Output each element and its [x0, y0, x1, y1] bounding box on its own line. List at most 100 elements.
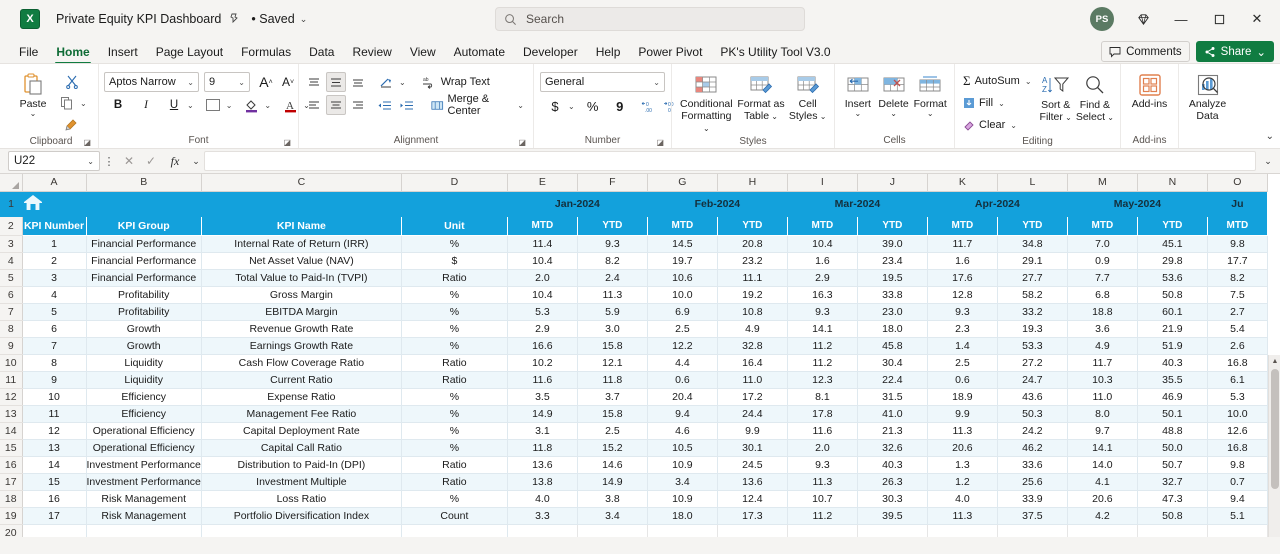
cancel-formula-icon[interactable]: ✕	[118, 154, 140, 168]
cell-value[interactable]: 50.8	[1137, 507, 1208, 525]
cell-value[interactable]: 45.8	[857, 337, 928, 355]
increase-font-size-icon[interactable]: A ˄	[256, 72, 276, 92]
cell-value[interactable]: 46.2	[997, 439, 1068, 457]
tab-help[interactable]: Help	[587, 41, 630, 63]
search-box[interactable]: Search	[495, 7, 805, 31]
cell-value[interactable]: 53.3	[997, 337, 1068, 355]
cell-value[interactable]: 46.9	[1137, 388, 1208, 406]
cell-value[interactable]: 9.3	[927, 303, 998, 321]
tab-home[interactable]: Home	[47, 41, 98, 64]
cell-value[interactable]: 30.3	[857, 490, 928, 508]
cell-value[interactable]: 3.1	[507, 422, 578, 440]
spreadsheet-grid[interactable]: A B C D E F G H I J K L M N O 1 Jan-2024…	[0, 174, 1280, 537]
cell-value[interactable]: 47.3	[1137, 490, 1208, 508]
fill-color-chevron-down-icon[interactable]: ⌄	[263, 101, 272, 110]
cell-value[interactable]: 23.4	[857, 252, 928, 270]
cell-unit[interactable]: %	[401, 422, 508, 440]
table-row[interactable]: 18 16 Risk Management Loss Ratio% 4.0 3.8 10.9…	[0, 490, 1268, 508]
table-row[interactable]: 16 14 Investment Performance Distribution t…	[0, 456, 1268, 474]
cell-value[interactable]: 18.0	[857, 320, 928, 338]
italic-button[interactable]: I	[136, 95, 156, 115]
cell-value[interactable]: 10.4	[507, 286, 578, 304]
row-header-9[interactable]: 9	[0, 337, 23, 355]
row-header-12[interactable]: 12	[0, 388, 23, 406]
increase-indent-icon[interactable]	[396, 95, 416, 115]
cell-value[interactable]: 9.3	[577, 235, 648, 253]
row-header-13[interactable]: 13	[0, 405, 23, 423]
cell-empty[interactable]	[507, 524, 578, 537]
cell-value[interactable]: 2.5	[577, 422, 648, 440]
cell-value[interactable]: 58.2	[997, 286, 1068, 304]
format-cells-button[interactable]: Format ⌄	[911, 70, 949, 118]
table-row-empty[interactable]: 20	[0, 524, 1268, 537]
cell-value[interactable]: 4.1	[1067, 473, 1138, 491]
cell-kpi-number[interactable]: 2	[22, 252, 87, 270]
cell-value[interactable]: 24.2	[997, 422, 1068, 440]
cell-kpi-name[interactable]: Expense Ratio	[201, 388, 402, 406]
cell-value[interactable]: 14.5	[647, 235, 718, 253]
cell-empty[interactable]	[717, 524, 788, 537]
cell-value[interactable]: 1.6	[927, 252, 998, 270]
cell-value[interactable]: 26.3	[857, 473, 928, 491]
cell-value[interactable]: 13.6	[717, 473, 788, 491]
cell-empty[interactable]	[1207, 524, 1268, 537]
formula-input[interactable]	[204, 151, 1256, 171]
cell-value[interactable]: 32.6	[857, 439, 928, 457]
cell-value[interactable]: 33.8	[857, 286, 928, 304]
cell-empty[interactable]	[401, 524, 508, 537]
cell-value[interactable]: 2.0	[507, 269, 578, 287]
column-header-K[interactable]: K	[927, 174, 998, 192]
cell-value[interactable]: 2.7	[1207, 303, 1268, 321]
cell-value[interactable]: 14.1	[1067, 439, 1138, 457]
cell-value[interactable]: 4.6	[647, 422, 718, 440]
row-header-20[interactable]: 20	[0, 524, 23, 537]
cell-empty[interactable]	[927, 524, 998, 537]
cell-value[interactable]: 3.7	[577, 388, 648, 406]
table-row[interactable]: 7 5 Profitability EBITDA Margin% 5.3 5.9 6.9 10…	[0, 303, 1268, 321]
cell-value[interactable]: 9.9	[717, 422, 788, 440]
tab-page-layout[interactable]: Page Layout	[147, 41, 232, 63]
cell-value[interactable]: 5.1	[1207, 507, 1268, 525]
cell-value[interactable]: 12.8	[927, 286, 998, 304]
cell-value[interactable]: 35.5	[1137, 371, 1208, 389]
column-header-J[interactable]: J	[857, 174, 928, 192]
row-header-10[interactable]: 10	[0, 354, 23, 372]
cell-value[interactable]: 2.5	[927, 354, 998, 372]
cell-value[interactable]: 24.7	[997, 371, 1068, 389]
cell-empty[interactable]	[1067, 524, 1138, 537]
cell-value[interactable]: 25.6	[997, 473, 1068, 491]
cell-value[interactable]: 21.3	[857, 422, 928, 440]
cell-unit[interactable]: Ratio	[401, 354, 508, 372]
cell-value[interactable]: 1.6	[787, 252, 858, 270]
cell-value[interactable]: 3.4	[647, 473, 718, 491]
cell-value[interactable]: 11.0	[1067, 388, 1138, 406]
cell-empty[interactable]	[1137, 524, 1208, 537]
cell-value[interactable]: 2.9	[507, 320, 578, 338]
cell-value[interactable]: 11.4	[507, 235, 578, 253]
cell-value[interactable]: 2.5	[647, 320, 718, 338]
cell-kpi-number[interactable]: 15	[22, 473, 87, 491]
cell-value[interactable]: 50.8	[1137, 286, 1208, 304]
cell-value[interactable]: 21.9	[1137, 320, 1208, 338]
underline-chevron-down-icon[interactable]: ⌄	[186, 101, 195, 110]
cell-kpi-number[interactable]: 8	[22, 354, 87, 372]
cell-value[interactable]: 1.2	[927, 473, 998, 491]
tab-insert[interactable]: Insert	[99, 41, 147, 63]
cell-value[interactable]: 11.3	[927, 507, 998, 525]
cell-value[interactable]: 3.5	[507, 388, 578, 406]
cell-value[interactable]: 0.6	[927, 371, 998, 389]
paste-button[interactable]: Paste ⌄	[9, 70, 57, 118]
avatar[interactable]: PS	[1090, 7, 1114, 31]
cell-value[interactable]: 14.1	[787, 320, 858, 338]
bold-button[interactable]: B	[108, 95, 128, 115]
insert-function-icon[interactable]: fx	[162, 154, 188, 169]
row-header-1[interactable]: 1	[0, 191, 22, 217]
cell-value[interactable]: 19.7	[647, 252, 718, 270]
cell-value[interactable]: 17.8	[787, 405, 858, 423]
column-header-O[interactable]: O	[1207, 174, 1268, 192]
cell-unit[interactable]: $	[401, 252, 508, 270]
column-header-I[interactable]: I	[787, 174, 858, 192]
cell-value[interactable]: 20.4	[647, 388, 718, 406]
cell-value[interactable]: 9.3	[787, 303, 858, 321]
orientation-chevron-down-icon[interactable]: ⌄	[398, 78, 407, 87]
